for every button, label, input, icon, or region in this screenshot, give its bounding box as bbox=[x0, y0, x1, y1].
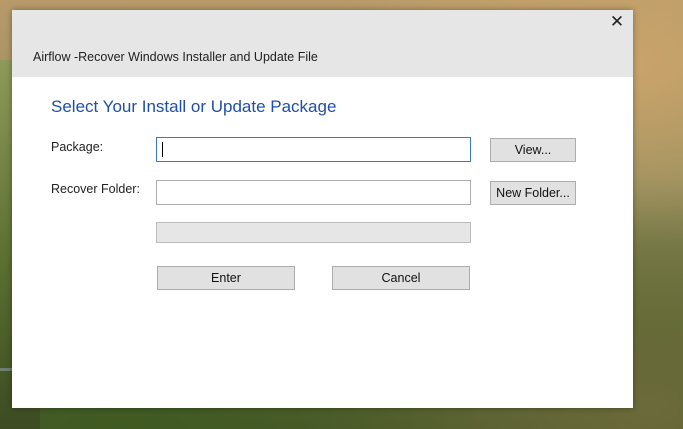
recover-folder-label: Recover Folder: bbox=[51, 182, 140, 196]
view-button[interactable]: View... bbox=[490, 138, 576, 162]
package-label: Package: bbox=[51, 140, 104, 154]
enter-button[interactable]: Enter bbox=[157, 266, 295, 290]
text-caret bbox=[162, 142, 163, 157]
dialog-window: Airflow -Recover Windows Installer and U… bbox=[12, 10, 633, 408]
cancel-button[interactable]: Cancel bbox=[332, 266, 470, 290]
window-title: Airflow -Recover Windows Installer and U… bbox=[33, 50, 318, 64]
recover-folder-input[interactable] bbox=[156, 180, 471, 205]
title-bar[interactable]: Airflow -Recover Windows Installer and U… bbox=[12, 10, 633, 77]
close-button[interactable]: ✕ bbox=[605, 12, 629, 32]
new-folder-button[interactable]: New Folder... bbox=[490, 181, 576, 205]
package-input[interactable] bbox=[156, 137, 471, 162]
close-icon: ✕ bbox=[609, 11, 625, 32]
progress-bar bbox=[156, 222, 471, 243]
page-title: Select Your Install or Update Package bbox=[51, 97, 337, 116]
